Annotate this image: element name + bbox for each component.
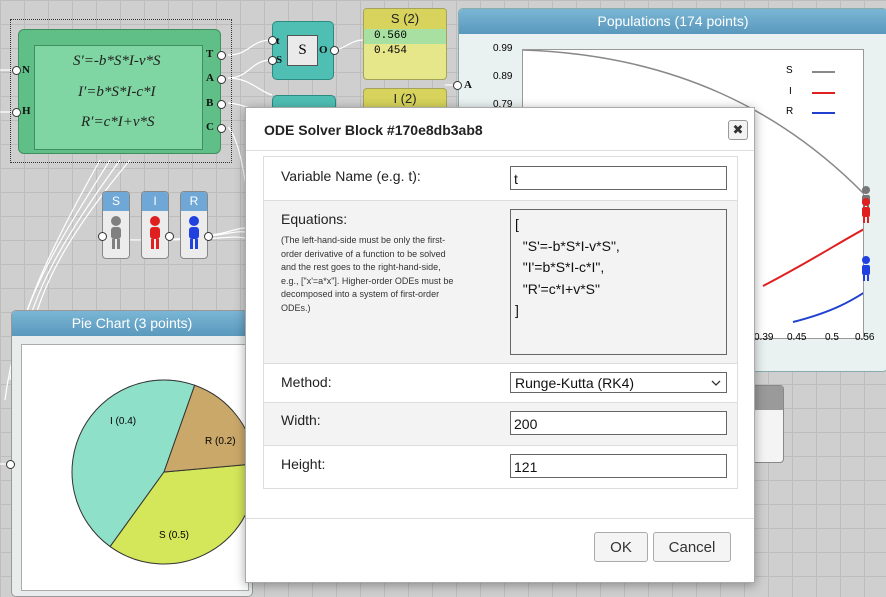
port-label-h: H	[22, 105, 31, 117]
person-icon	[862, 198, 870, 223]
s2-table-block[interactable]: S (2) 0.560 0.454	[363, 8, 447, 80]
output-port-t[interactable]	[217, 51, 226, 60]
ode-equations-panel: S′=-b*S*I-v*S I′=b*S*I-c*I R′=c*I+v*S	[34, 45, 203, 150]
output-port-a[interactable]	[217, 75, 226, 84]
cancel-button[interactable]: Cancel	[653, 532, 731, 562]
s-function-label: S	[287, 35, 318, 66]
s2-title: S (2)	[364, 9, 446, 29]
close-icon[interactable]: ✖	[728, 120, 748, 140]
legend-label-s: S	[786, 65, 793, 76]
dialog-footer-divider	[246, 518, 754, 519]
pie-label-s: S (0.5)	[159, 530, 190, 541]
person-label: S	[103, 192, 129, 211]
pie-label-r: R (0.2)	[205, 436, 236, 447]
s2-row: 0.454	[374, 45, 408, 57]
person-label: R	[181, 192, 207, 211]
person-block-s[interactable]: S	[102, 191, 130, 259]
ok-button[interactable]: OK	[594, 532, 648, 562]
pie-chart-area: I (0.4) R (0.2) S (0.5)	[21, 344, 252, 591]
dialog-header-divider	[246, 150, 754, 151]
method-select[interactable]: Runge-Kutta (RK4)	[510, 372, 727, 393]
dialog-title: ODE Solver Block #170e8db3ab8	[264, 122, 483, 138]
equation-i: I′=b*S*I-c*I	[78, 84, 156, 100]
person-i-port[interactable]	[165, 232, 174, 241]
port-label-a: A	[206, 72, 214, 84]
chevron-down-icon	[711, 380, 721, 386]
person-r-port[interactable]	[204, 232, 213, 241]
equations-row: Equations: (The left-hand-side must be o…	[264, 201, 737, 364]
variable-row: Variable Name (e.g. t): t	[264, 157, 737, 201]
s2-row: 0.560	[364, 29, 446, 44]
s-output-port[interactable]	[330, 46, 339, 55]
series-line-i	[762, 226, 869, 287]
equation-s: S′=-b*S*I-v*S	[73, 53, 161, 69]
population-markers	[862, 186, 870, 281]
equations-help-text: (The left-hand-side must be only the fir…	[281, 235, 454, 313]
width-row: Width: 200	[264, 403, 737, 446]
populations-title: Populations (174 points)	[459, 9, 886, 34]
pie-label-i: I (0.4)	[110, 416, 137, 427]
y-tick-label: 0.99	[493, 43, 513, 54]
input-port-n[interactable]	[12, 66, 21, 75]
equations-label: Equations:	[281, 211, 348, 227]
dialog-form: Variable Name (e.g. t): t Equations: (Th…	[263, 156, 738, 489]
equations-textarea[interactable]: [ "S'=-b*S*I-v*S", "I'=b*S*I-c*I", "R'=c…	[510, 209, 727, 355]
populations-input-port[interactable]	[453, 81, 462, 90]
pie-input-port[interactable]	[6, 460, 15, 469]
populations-port-label: A	[464, 79, 472, 91]
person-icon	[862, 256, 870, 281]
method-selected-value: Runge-Kutta (RK4)	[515, 375, 635, 391]
person-icon	[189, 216, 199, 249]
s-port-label-o: O	[319, 44, 328, 56]
height-label: Height:	[281, 456, 326, 472]
output-port-c[interactable]	[217, 124, 226, 133]
height-row: Height: 121	[264, 446, 737, 488]
person-block-i[interactable]: I	[141, 191, 169, 259]
width-label: Width:	[281, 412, 321, 428]
height-input[interactable]: 121	[510, 454, 727, 478]
person-s-port[interactable]	[98, 232, 107, 241]
series-line-r	[792, 289, 869, 323]
pie-chart-title: Pie Chart (3 points)	[12, 311, 252, 336]
s-input-port-s[interactable]	[268, 56, 277, 65]
variable-name-input[interactable]: t	[510, 166, 727, 190]
s-input-port-t[interactable]	[268, 36, 277, 45]
port-label-n: N	[22, 64, 30, 76]
pie-chart-block[interactable]: Pie Chart (3 points) I (0.4) R (0.2) S (…	[11, 310, 253, 597]
person-label: I	[142, 192, 168, 211]
port-label-t: T	[206, 48, 214, 60]
port-label-c: C	[206, 121, 214, 133]
x-tick-label: 0.56	[855, 332, 875, 343]
width-input[interactable]: 200	[510, 411, 727, 435]
method-label: Method:	[281, 374, 332, 390]
person-icon	[111, 216, 121, 249]
x-tick-label: 0.5	[825, 332, 839, 343]
x-tick-label: 0.39	[754, 332, 774, 343]
ode-solver-dialog: ODE Solver Block #170e8db3ab8 ✖ Variable…	[245, 107, 755, 583]
legend-label-r: R	[786, 106, 794, 117]
person-block-r[interactable]: R	[180, 191, 208, 259]
x-tick-label: 0.45	[787, 332, 807, 343]
output-port-b[interactable]	[217, 100, 226, 109]
variable-label: Variable Name (e.g. t):	[281, 168, 421, 184]
hidden-panel-edge	[753, 385, 784, 463]
y-tick-label: 0.89	[493, 71, 513, 82]
method-row: Method: Runge-Kutta (RK4)	[264, 364, 737, 403]
person-icon	[150, 216, 160, 249]
port-label-b: B	[206, 97, 214, 109]
equation-r: R′=c*I+v*S	[81, 114, 155, 130]
legend-label-i: I	[789, 86, 792, 97]
input-port-h[interactable]	[12, 108, 21, 117]
